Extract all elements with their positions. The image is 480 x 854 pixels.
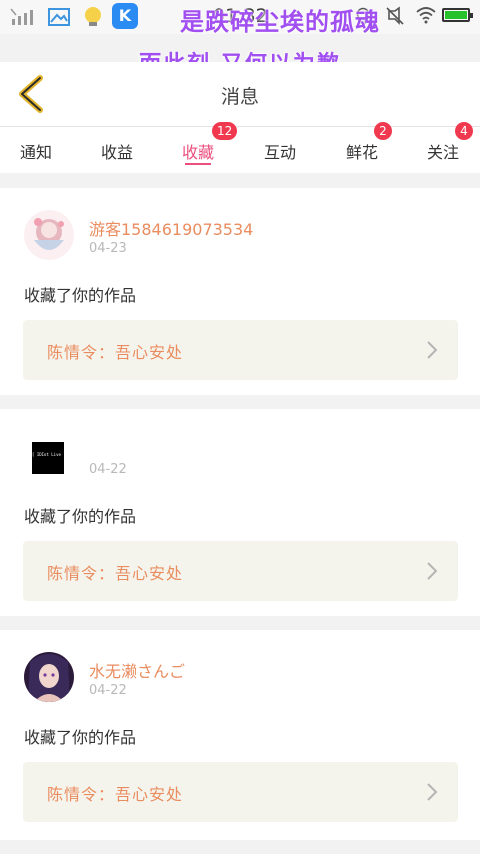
username[interactable]: 水无濑さんご [89, 658, 185, 682]
header: 消息 [0, 62, 480, 126]
unread-badge: 2 [374, 122, 392, 140]
action-text: 收藏了你的作品 [24, 728, 137, 747]
chevron-right-icon [427, 562, 438, 580]
dark-hair-girl-avatar[interactable] [24, 652, 74, 702]
tab-label: 鲜花 [346, 143, 379, 162]
status-bar: K 01:32 是跌碎尘埃的孤魂 [0, 0, 480, 36]
avatar-text: [ IDIot Live ] [32, 452, 64, 457]
work-link[interactable]: 陈情令：吾心安处 [23, 762, 458, 822]
page-title: 消息 [220, 86, 259, 108]
action-text: 收藏了你的作品 [24, 507, 137, 526]
black-square-avatar[interactable]: [ IDIot Live ] [32, 442, 64, 474]
tab-label: 通知 [20, 143, 53, 162]
date: 04-23 [89, 241, 127, 256]
banner-line-1: 是跌碎尘埃的孤魂 [180, 7, 380, 36]
signal-icon [10, 8, 33, 25]
work-link[interactable]: 陈情令：吾心安处 [23, 541, 458, 601]
chevron-right-icon [427, 783, 438, 801]
date: 04-22 [89, 683, 127, 698]
work-link[interactable]: 陈情令：吾心安处 [23, 320, 458, 380]
notification-card: 游客1584619073534 04-23 收藏了你的作品 陈情令：吾心安处 [0, 188, 480, 395]
tab-label: 关注 [427, 143, 460, 162]
unread-badge: 4 [455, 122, 473, 140]
work-title: 陈情令：吾心安处 [47, 564, 184, 583]
tab-label: 收藏 [182, 143, 215, 162]
username[interactable]: 游客1584619073534 [89, 216, 253, 240]
notification-card: [ IDIot Live ] 04-22 收藏了你的作品 陈情令：吾心安处 [0, 409, 480, 616]
chevron-right-icon [427, 341, 438, 359]
work-title: 陈情令：吾心安处 [47, 343, 184, 362]
date: 04-22 [89, 462, 127, 477]
section-separator [0, 173, 480, 187]
action-text: 收藏了你的作品 [24, 286, 137, 305]
tab-label: 互动 [264, 143, 297, 162]
tab-label: 收益 [101, 143, 134, 162]
unread-badge: 12 [212, 122, 238, 140]
active-tab-indicator [185, 163, 211, 165]
work-title: 陈情令：吾心安处 [47, 785, 184, 804]
anime-girl-avatar[interactable] [24, 210, 74, 260]
notification-card: 水无濑さんご 04-22 收藏了你的作品 陈情令：吾心安处 [0, 630, 480, 840]
tab-bar: 通知 收益 收藏 12 互动 鲜花 2 关注 4 [0, 122, 480, 173]
